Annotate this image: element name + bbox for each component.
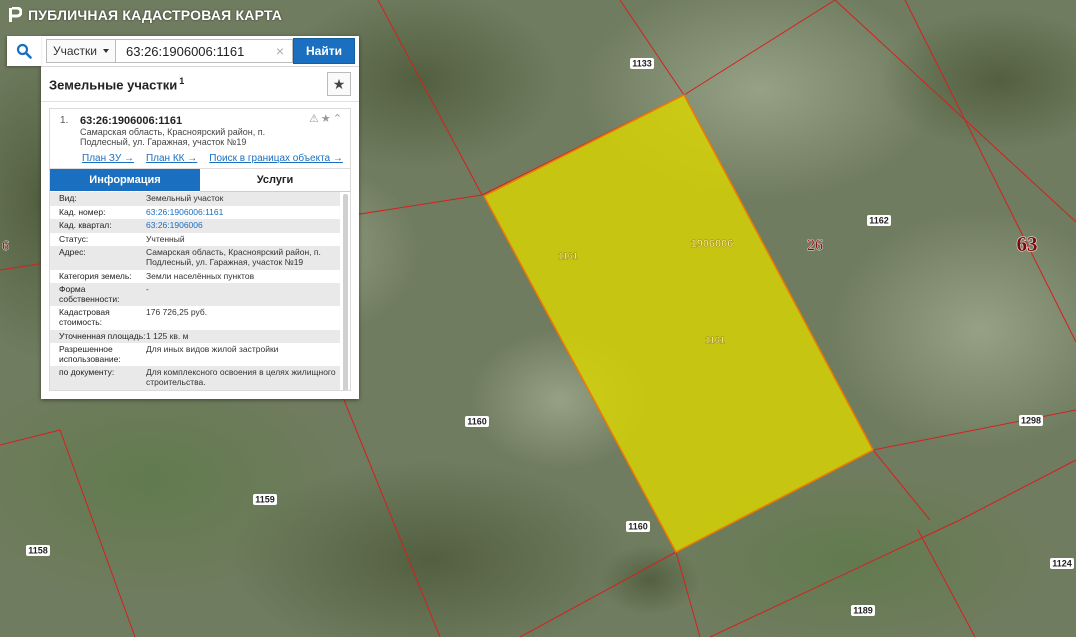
map-label-1162: 1162 [867,215,891,226]
info-row-key: Адрес: [59,247,86,258]
info-row-value: - [146,284,149,295]
info-row-key: Статус: [59,233,89,244]
info-row-value: Учтенный [146,233,185,244]
info-row-key: Вид: [59,193,77,203]
svg-text:1158: 1158 [28,546,48,556]
results-title: Земельные участки 1 [49,75,185,93]
info-row: по документу: Для комплексного освоения в… [50,366,340,390]
plan-kk-link[interactable]: План КК → [146,153,197,164]
info-row-value: Земли населённых пунктов [146,270,255,281]
parcel-label-1161-center: 1161 [705,335,725,345]
info-row: Кад. квартал: 63:26:1906006 [50,219,340,233]
svg-text:1162: 1162 [869,216,889,226]
warning-icon[interactable]: ⚠ [309,113,321,125]
info-row: Разрешенное использование: Для иных видов… [50,343,340,366]
favorite-button[interactable]: ★ [327,72,351,96]
info-row: Вид: Земельный участок [50,192,340,206]
info-row-key: Кад. номер: [59,206,106,217]
info-row-value: Для иных видов жилой застройки [146,344,279,355]
search-query: 63:26:1906006:1161 [126,43,245,59]
map-label-1159: 1159 [253,494,277,505]
map-label-1298: 1298 [1019,415,1043,426]
info-row: Статус: Учтенный [50,233,340,247]
info-row-key: Уточненная площадь: [59,330,146,341]
info-row-value: Для комплексного освоения в целях жилищн… [146,367,336,387]
map-label-1124: 1124 [1050,558,1074,569]
info-row-key: Категория земель: [59,270,132,281]
star-icon[interactable]: ★ [321,113,333,125]
info-row: Кад. номер: 63:26:1906006:1161 [50,206,340,220]
search-panel: Участки 63:26:1906006:1161 × Найти Земел… [7,36,359,399]
svg-text:1298: 1298 [1021,416,1041,426]
info-row: Категория земель: Земли населённых пункто… [50,270,340,284]
app-header: ПУБЛИЧНАЯ КАДАСТРОВАЯ КАРТА [0,0,600,30]
result-index: 1. [60,115,69,126]
search-icon [16,43,32,59]
app-title: ПУБЛИЧНАЯ КАДАСТРОВАЯ КАРТА [28,7,283,23]
clear-icon[interactable]: × [276,43,284,59]
info-row-key: Кад. квартал: [59,220,112,231]
quarter-label-1906006: 1906006 [691,238,734,250]
card-tabs: Информация Услуги [50,168,350,192]
card-links: План ЗУ → План КК → Поиск в границах объ… [82,153,350,164]
info-row-value[interactable]: 63:26:1906006:1161 [146,207,340,218]
tab-services[interactable]: Услуги [200,169,350,192]
logo-icon [9,7,22,22]
chevron-up-icon[interactable]: ⌃ [333,113,344,125]
district-label-26: 26 [807,237,823,254]
region-label-63: 63 [1017,232,1038,256]
parcel-label-1161: 1161 [558,251,578,261]
info-row-value: Самарская область, Красноярский район, п… [146,247,321,267]
info-row-value: Земельный участок [146,193,224,203]
results-header: Земельные участки 1 ★ [41,67,359,102]
result-card[interactable]: 1. 63:26:1906006:1161 Самарская область,… [49,108,351,391]
info-row: Уточненная площадь: 1 125 кв. м [50,329,340,344]
star-icon: ★ [332,75,346,92]
info-row-value[interactable]: 63:26:1906006 [146,221,340,231]
result-address: Самарская область, Красноярский район, п… [80,127,266,147]
info-row-key: Кадастровая стоимость: [59,307,110,327]
map-label-1189: 1189 [851,605,875,616]
search-bar: Участки 63:26:1906006:1161 × Найти [7,36,359,67]
info-scrollbar[interactable] [343,194,348,390]
cadastral-number: 63:26:1906006:1161 [80,115,183,127]
info-row: Форма собственности: - [50,283,340,307]
tab-info[interactable]: Информация [50,169,200,191]
info-row: Адрес: Самарская область, Красноярский ра… [50,246,340,270]
search-type-select[interactable]: Участки [46,39,116,63]
district-label-partial: 6 [2,239,9,254]
card-actions: ⚠★⌃ [309,112,344,125]
map-label-1160-south: 1160 [626,521,650,532]
map-label-1133: 1133 [630,58,654,69]
info-row-value: 1 125 кв. м [146,330,189,341]
results-count: 1 [179,75,185,86]
search-input[interactable]: 63:26:1906006:1161 × [116,39,294,63]
search-in-bounds-link[interactable]: Поиск в границах объекта → [209,153,343,164]
plan-zu-link[interactable]: План ЗУ → [82,153,134,164]
svg-text:1124: 1124 [1052,559,1072,569]
svg-text:1189: 1189 [853,606,873,616]
svg-text:1160: 1160 [628,522,648,532]
info-row-key: Разрешенное использование: [59,344,121,364]
svg-text:1159: 1159 [255,495,275,505]
svg-text:1160: 1160 [467,417,487,427]
info-row: Кадастровая стоимость: 176 726,25 руб. [50,306,340,329]
map-label-1160: 1160 [465,416,489,427]
info-row-key: Форма собственности: [59,284,120,304]
search-type-label: Участки [53,44,97,58]
svg-text:1133: 1133 [632,59,652,69]
search-toggle-button[interactable] [7,36,41,66]
info-row-value: 176 726,25 руб. [146,307,208,318]
find-button[interactable]: Найти [293,38,355,64]
chevron-down-icon [103,49,109,53]
info-row-key: по документу: [59,367,115,378]
map-label-1158: 1158 [26,545,50,556]
info-table: Вид: Земельный участок Кад. номер: 63:26:19… [50,192,350,390]
